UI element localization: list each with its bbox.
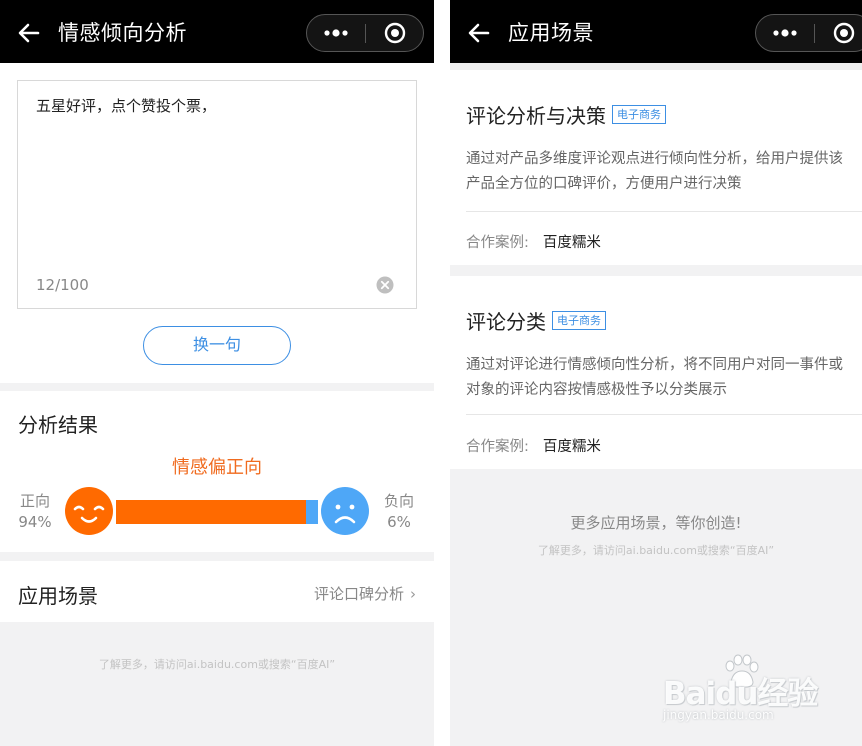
scenario-description: 通过对评论进行情感倾向性分析，将不同用户对同一事件或对象的评论内容按情感极性予以… [466,357,843,398]
negative-label: 负向 [383,492,414,510]
positive-percent: 94% [18,513,52,531]
positive-score: 正向 94% [18,491,52,533]
sentiment-bar [116,500,318,524]
back-arrow-icon[interactable] [14,18,44,48]
close-target-icon[interactable] [367,15,423,51]
input-text[interactable]: 五星好评，点个赞投个票， [36,95,216,116]
scenario-description: 通过对产品多维度评论观点进行倾向性分析，给用户提供该产品全方位的口碑评价，方便用… [466,151,843,192]
navbar: 应用场景 [450,0,862,63]
footer-note: 了解更多，请访问ai.baidu.com或搜索“百度AI” [537,544,775,557]
scenario-card: 评论分类 电子商务 通过对评论进行情感倾向性分析，将不同用户对同一事件或对象的评… [450,276,862,469]
application-scenarios-screen: 应用场景 评论分析与决策 电子商务 通过对产品多维度评论观点进行倾向性分析，给用… [450,0,862,746]
positive-label: 正向 [19,492,50,510]
mini-program-capsule [306,14,424,52]
scenario-header: 评论分析与决策 电子商务 [466,100,666,129]
category-tag: 电子商务 [612,105,666,124]
more-dots-icon[interactable] [756,15,814,51]
scenario-link[interactable]: 评论口碑分析 › [314,583,416,604]
scenario-title: 评论分类 [466,310,546,334]
positive-bar-fill [116,500,306,524]
capsule-divider [814,24,815,43]
close-target-icon[interactable] [816,15,862,51]
sentiment-analysis-screen: 情感倾向分析 五星好评，点个赞投个票， 12/100 换一句 分析结果 情感偏正… [0,0,434,746]
baidu-jingyan-watermark: Baidu经验 jingyan.baidu.com [655,652,825,728]
navbar: 情感倾向分析 [0,0,434,63]
divider [466,414,862,415]
scenario-title: 评论分析与决策 [466,104,606,128]
negative-score: 负向 6% [382,491,416,533]
result-card: 分析结果 情感偏正向 正向 94% 负向 6% [0,391,434,552]
partner-name: 百度糯米 [542,235,601,251]
scenario-link-label: 评论口碑分析 [313,585,404,603]
partner-name: 百度糯米 [542,439,601,455]
partner-label: 合作案例: [466,235,529,251]
category-tag: 电子商务 [552,311,606,330]
sad-face-icon [321,487,369,535]
happy-face-icon [65,487,113,535]
sentiment-verdict: 情感偏正向 [172,457,262,478]
partner-case: 合作案例: 百度糯米 [466,435,601,456]
swap-sentence-button[interactable]: 换一句 [143,326,291,365]
divider [466,211,862,212]
partner-label: 合作案例: [466,439,529,455]
negative-percent: 6% [387,513,411,531]
page-title: 情感倾向分析 [58,21,187,45]
mini-program-capsule [755,14,862,52]
capsule-divider [365,24,366,43]
more-scenarios-text: 更多应用场景，等你创造! [570,514,742,532]
partner-case: 合作案例: 百度糯米 [466,231,601,252]
clear-icon[interactable] [376,276,394,294]
input-card: 五星好评，点个赞投个票， 12/100 换一句 [0,63,434,383]
footer-note: 了解更多，请访问ai.baidu.com或搜索“百度AI” [98,658,336,671]
scenarios-title: 应用场景 [18,584,98,608]
watermark-url: jingyan.baidu.com [663,708,774,722]
scenario-header: 评论分类 电子商务 [466,306,606,335]
char-counter: 12/100 [36,276,89,294]
result-title: 分析结果 [18,413,98,437]
more-dots-icon[interactable] [307,15,365,51]
application-scenarios-row[interactable]: 应用场景 评论口碑分析 › [0,561,434,622]
scenario-card: 评论分析与决策 电子商务 通过对产品多维度评论观点进行倾向性分析，给用户提供该产… [450,70,862,265]
text-input-area[interactable]: 五星好评，点个赞投个票， 12/100 [17,80,417,309]
chevron-right-icon: › [410,585,416,603]
back-arrow-icon[interactable] [464,18,494,48]
top-divider-strip [450,63,862,70]
watermark-logo: Baidu经验 [663,676,818,712]
page-title: 应用场景 [508,21,594,45]
